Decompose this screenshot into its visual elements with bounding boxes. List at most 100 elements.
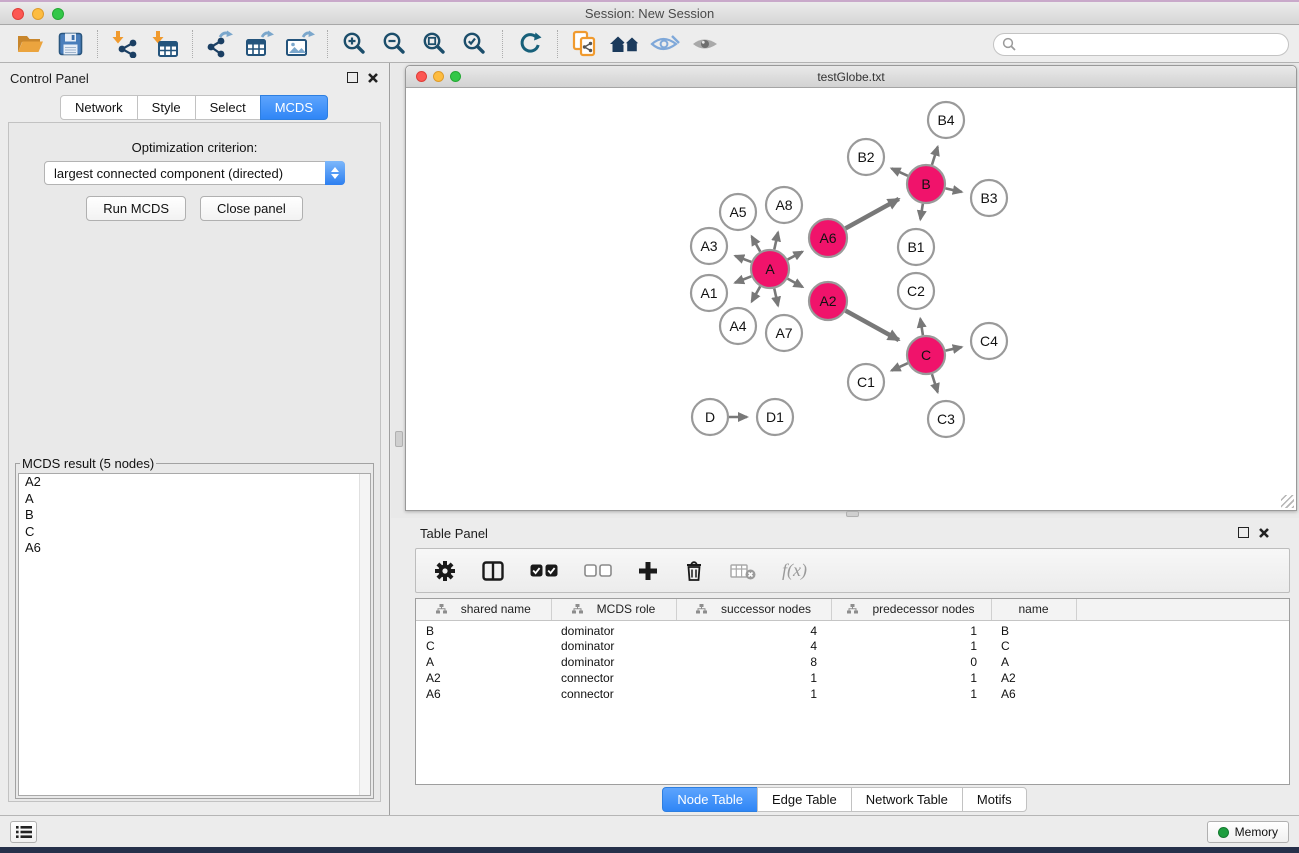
graph-edge-C-C3[interactable]: [932, 374, 938, 392]
table-row[interactable]: Cdominator41C: [416, 638, 1289, 654]
graph-node-A1[interactable]: A1: [691, 275, 727, 311]
graph-node-A[interactable]: A: [751, 250, 789, 288]
desktop-horizontal-scrollbar-thumb[interactable]: [846, 511, 859, 517]
table-tab-motifs[interactable]: Motifs: [962, 787, 1027, 812]
zoom-fit-icon[interactable]: [415, 28, 455, 60]
graph-edge-C-C1[interactable]: [892, 363, 908, 370]
column-header-shared-name[interactable]: shared name: [416, 599, 551, 620]
graph-edge-A-A2[interactable]: [788, 279, 803, 287]
tab-select[interactable]: Select: [195, 95, 261, 120]
graph-edge-B-B4[interactable]: [932, 147, 938, 165]
graph-edge-C-C2[interactable]: [920, 319, 923, 336]
memory-button[interactable]: Memory: [1207, 821, 1289, 843]
graph-node-A4[interactable]: A4: [720, 308, 756, 344]
deselect-all-icon[interactable]: [584, 564, 612, 577]
graph-edge-A-A5[interactable]: [752, 236, 761, 251]
graph-edge-A-A6[interactable]: [788, 252, 803, 260]
close-panel-icon[interactable]: [367, 72, 379, 84]
graph-node-B2[interactable]: B2: [848, 139, 884, 175]
create-column-plus-icon[interactable]: [638, 561, 658, 581]
graph-edge-A-A7[interactable]: [774, 289, 778, 306]
table-row[interactable]: A2connector11A2: [416, 670, 1289, 686]
tab-mcds[interactable]: MCDS: [260, 95, 328, 120]
close-table-panel-icon[interactable]: [1258, 527, 1270, 539]
show-view-eye-icon[interactable]: [685, 28, 725, 60]
search-input[interactable]: [1017, 36, 1288, 54]
hide-view-eye-slash-icon[interactable]: [645, 28, 685, 60]
select-all-icon[interactable]: [530, 564, 558, 577]
tab-network[interactable]: Network: [60, 95, 138, 120]
graph-edge-C-C4[interactable]: [946, 347, 962, 351]
mcds-result-item[interactable]: C: [19, 524, 370, 541]
graph-node-A7[interactable]: A7: [766, 315, 802, 351]
column-header-successor-nodes[interactable]: successor nodes: [676, 599, 831, 620]
mcds-result-item[interactable]: B: [19, 507, 370, 524]
home-icon[interactable]: [605, 28, 645, 60]
zoom-out-icon[interactable]: [375, 28, 415, 60]
graph-edge-A-A8[interactable]: [774, 232, 778, 249]
criterion-dropdown[interactable]: largest connected component (directed): [44, 161, 345, 185]
task-history-button[interactable]: [10, 821, 37, 843]
refresh-view-icon[interactable]: [510, 28, 550, 60]
network-graph[interactable]: B4 B2 B B3 A5 A8A6 B1 A3 A C2 A1 A2 A4 A7 C4 C C1 C3 D D1: [406, 88, 1296, 509]
desktop-vertical-scrollbar-thumb[interactable]: [395, 431, 403, 447]
graph-node-C3[interactable]: C3: [928, 401, 964, 437]
graph-edge-B-B3[interactable]: [946, 188, 962, 192]
import-network-icon[interactable]: [105, 28, 145, 60]
import-table-icon[interactable]: [145, 28, 185, 60]
graph-node-B3[interactable]: B3: [971, 180, 1007, 216]
mcds-result-item[interactable]: A6: [19, 540, 370, 557]
zoom-selected-icon[interactable]: [455, 28, 495, 60]
duplicate-network-view-icon[interactable]: [565, 28, 605, 60]
network-window-titlebar[interactable]: testGlobe.txt: [406, 66, 1296, 88]
graph-edge-A2-C[interactable]: [846, 311, 899, 340]
table-options-gear-icon[interactable]: [434, 560, 456, 582]
table-tab-edge-table[interactable]: Edge Table: [757, 787, 852, 812]
export-network-icon[interactable]: [200, 28, 240, 60]
run-mcds-button[interactable]: Run MCDS: [86, 196, 186, 221]
table-row[interactable]: Adominator80A: [416, 654, 1289, 670]
network-canvas[interactable]: B4 B2 B B3 A5 A8A6 B1 A3 A C2 A1 A2 A4 A7 C4 C C1 C3 D D1: [406, 88, 1296, 509]
float-table-panel-icon[interactable]: [1238, 527, 1249, 538]
network-view-window[interactable]: testGlobe.txt B4 B2 B B3 A5 A8A6 B1 A3 A C2 A1 A2 A4…: [405, 65, 1297, 511]
graph-edge-A-A1[interactable]: [735, 276, 751, 282]
save-session-icon[interactable]: [50, 28, 90, 60]
mcds-result-item[interactable]: A2: [19, 474, 370, 491]
graph-node-B[interactable]: B: [907, 165, 945, 203]
close-panel-button[interactable]: Close panel: [200, 196, 303, 221]
graph-node-A3[interactable]: A3: [691, 228, 727, 264]
table-row[interactable]: A6connector11A6: [416, 686, 1289, 702]
column-header-name[interactable]: name: [991, 599, 1076, 620]
graph-node-C1[interactable]: C1: [848, 364, 884, 400]
graph-edge-A6-B[interactable]: [846, 199, 899, 228]
open-session-icon[interactable]: [10, 28, 50, 60]
table-tab-network-table[interactable]: Network Table: [851, 787, 963, 812]
graph-edge-A-A4[interactable]: [752, 286, 761, 301]
column-header-predecessor-nodes[interactable]: predecessor nodes: [831, 599, 991, 620]
table-row[interactable]: Bdominator41B: [416, 620, 1289, 638]
graph-node-C2[interactable]: C2: [898, 273, 934, 309]
delete-table-trash-icon[interactable]: [684, 560, 704, 582]
window-resize-grip[interactable]: [1281, 495, 1294, 508]
graph-node-D1[interactable]: D1: [757, 399, 793, 435]
graph-node-C4[interactable]: C4: [971, 323, 1007, 359]
graph-node-B1[interactable]: B1: [898, 229, 934, 265]
mcds-result-item[interactable]: A: [19, 491, 370, 508]
graph-node-A8[interactable]: A8: [766, 187, 802, 223]
export-image-icon[interactable]: [280, 28, 320, 60]
graph-edge-B-B1[interactable]: [920, 204, 922, 220]
table-tab-node-table[interactable]: Node Table: [662, 787, 758, 812]
graph-edge-A-A3[interactable]: [735, 256, 751, 262]
search-field[interactable]: [993, 33, 1289, 56]
graph-node-C[interactable]: C: [907, 336, 945, 374]
result-list-scrollbar[interactable]: [359, 474, 370, 795]
graph-node-A2[interactable]: A2: [809, 282, 847, 320]
export-table-icon[interactable]: [240, 28, 280, 60]
zoom-in-icon[interactable]: [335, 28, 375, 60]
node-table[interactable]: shared nameMCDS rolesuccessor nodesprede…: [415, 598, 1290, 785]
graph-node-A6[interactable]: A6: [809, 219, 847, 257]
graph-node-D[interactable]: D: [692, 399, 728, 435]
graph-node-B4[interactable]: B4: [928, 102, 964, 138]
tab-style[interactable]: Style: [137, 95, 196, 120]
graph-node-A5[interactable]: A5: [720, 194, 756, 230]
